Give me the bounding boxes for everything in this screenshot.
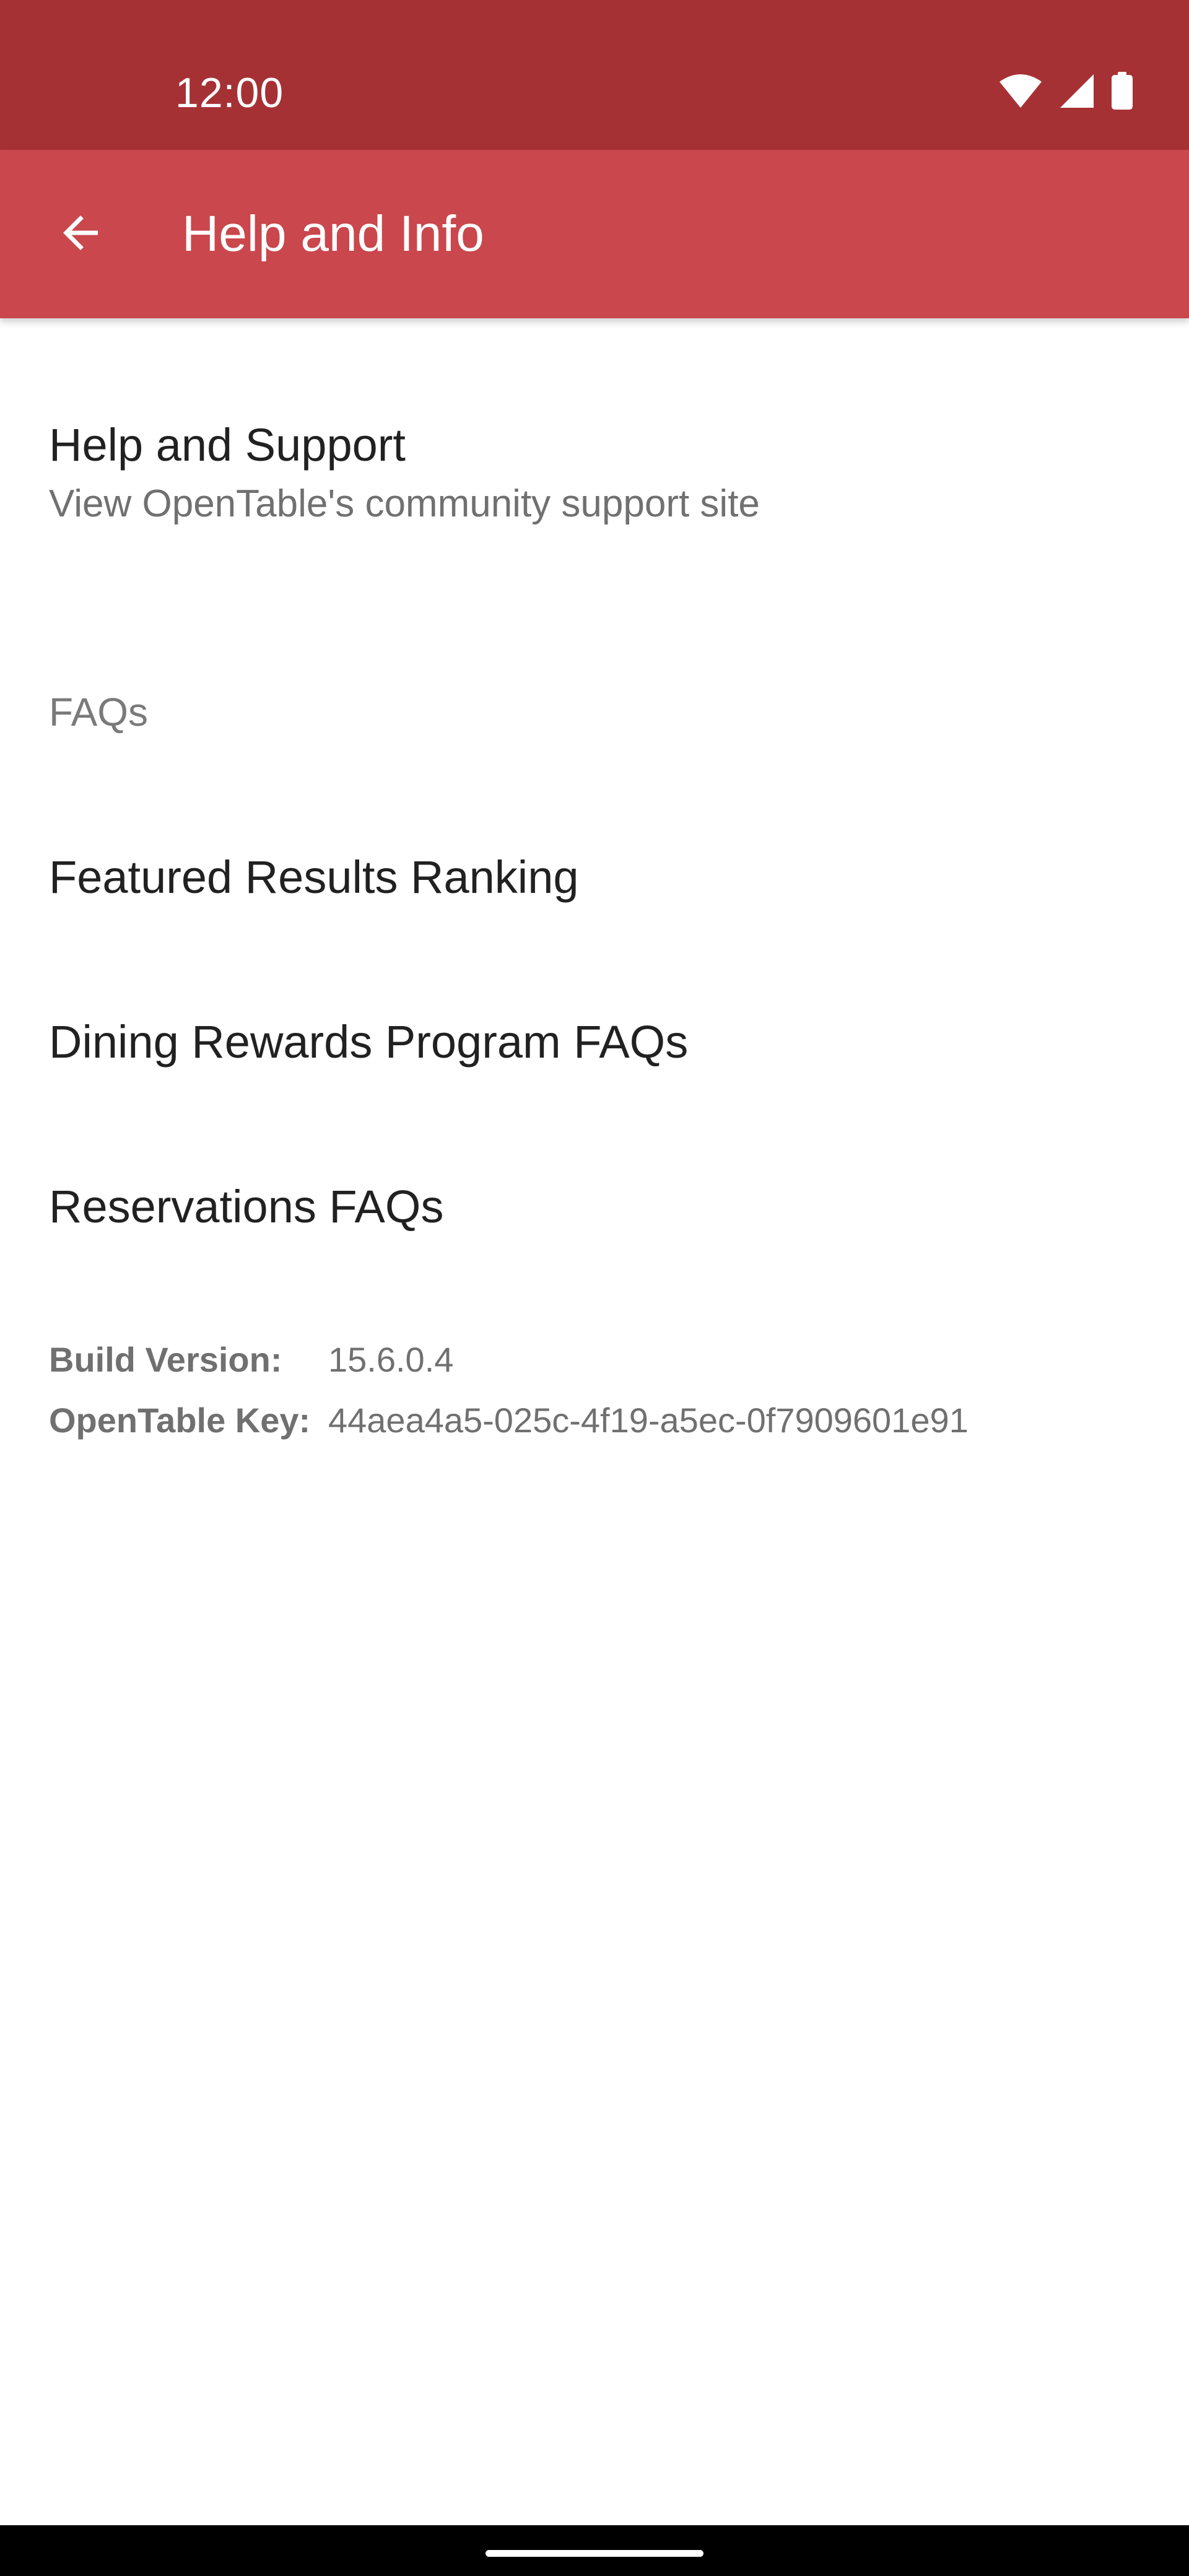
arrow-back-icon (54, 207, 107, 262)
build-version-label: Build Version: (49, 1340, 282, 1379)
faq-item-label: Featured Results Ranking (49, 851, 579, 903)
build-version-value: 15.6.0.4 (328, 1340, 454, 1379)
help-and-support-subtitle: View OpenTable's community support site (49, 482, 760, 525)
faq-item-label: Reservations FAQs (49, 1181, 444, 1232)
status-bar: 12:00 (0, 0, 1189, 150)
faq-item-reservations[interactable]: Reservations FAQs (0, 1125, 1189, 1289)
faqs-section-header: FAQs (49, 690, 149, 734)
help-and-support-title: Help and Support (49, 419, 406, 471)
wifi-icon (998, 73, 1043, 109)
faq-item-label: Dining Rewards Program FAQs (49, 1016, 689, 1068)
battery-icon (1111, 72, 1133, 110)
status-time: 12:00 (175, 69, 284, 116)
back-button[interactable] (37, 191, 124, 277)
status-icons (998, 69, 1133, 113)
faq-item-featured-results-ranking[interactable]: Featured Results Ranking (0, 795, 1189, 960)
page-title: Help and Info (182, 206, 484, 262)
navigation-bar (0, 2525, 1189, 2576)
signal-icon (1059, 73, 1095, 109)
opentable-key-value: 44aea4a5-025c-4f19-a5ec-0f7909601e91 (328, 1401, 969, 1440)
app-bar: Help and Info (0, 150, 1189, 318)
help-and-support-item[interactable]: Help and Support View OpenTable's commun… (0, 374, 1189, 560)
opentable-key-label: OpenTable Key: (49, 1401, 311, 1440)
home-gesture-handle[interactable] (486, 2550, 703, 2557)
faq-item-dining-rewards[interactable]: Dining Rewards Program FAQs (0, 960, 1189, 1125)
